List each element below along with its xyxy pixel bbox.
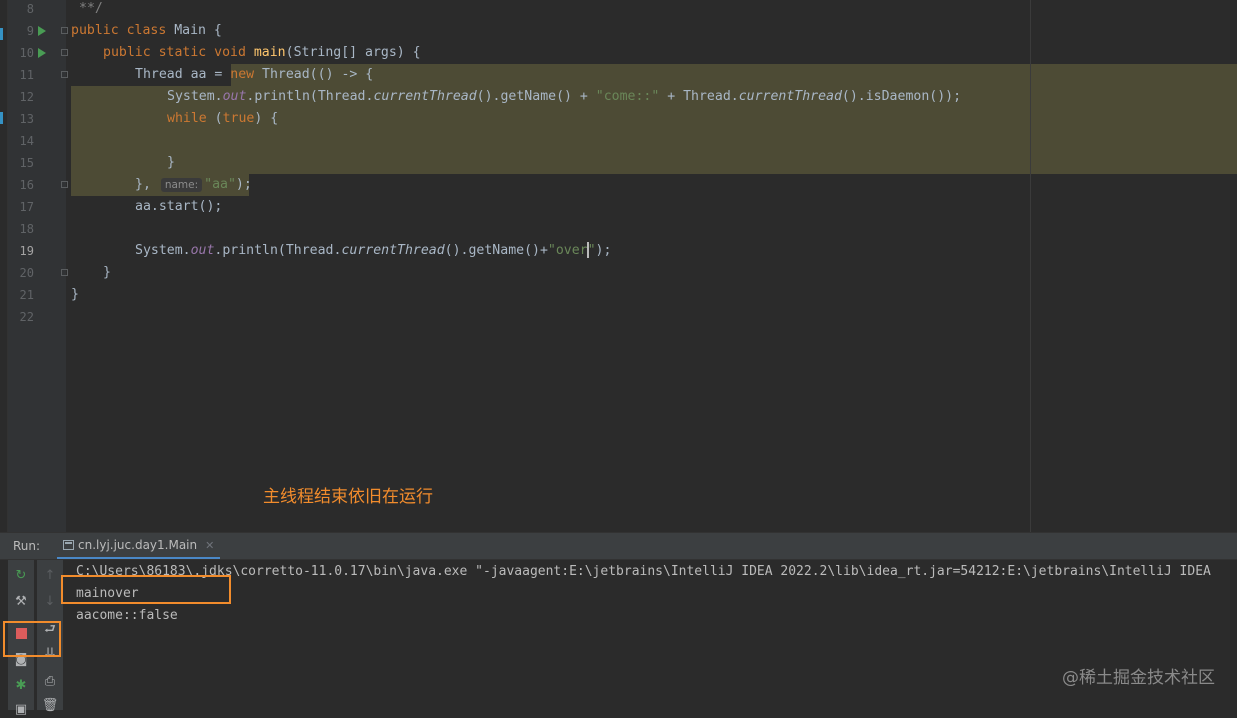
left-tool-strip [0, 0, 8, 532]
parameter-hint: name: [160, 178, 203, 192]
code-line-10: public static void main(String[] args) { [103, 45, 421, 60]
run-panel-title: Run: [13, 539, 41, 553]
code-line-21: } [71, 287, 79, 302]
code-line-19: System.out.println(Thread.currentThread(… [135, 242, 612, 258]
line-gutter: 8 9 10 11 12 13 14 15 16 17 18 19 20 21 … [8, 0, 68, 532]
highlight-box-toolbar [3, 621, 61, 657]
fold-icon[interactable] [61, 269, 68, 276]
line-number: 21 [19, 288, 34, 302]
fold-icon[interactable] [61, 49, 68, 56]
console-icon [63, 540, 74, 550]
trash-icon[interactable]: 🗑 [41, 696, 59, 714]
debug-bug-icon[interactable]: ✱ [12, 676, 30, 694]
right-margin-guide [1030, 0, 1031, 532]
code-line-13: while (true) { [167, 111, 279, 126]
wrench-icon[interactable]: ⚒ [12, 592, 30, 610]
watermark-text: @稀土掘金技术社区 [1062, 668, 1215, 688]
line-number: 10 [19, 46, 34, 60]
code-line-16: }, name: "aa"); [135, 177, 252, 192]
line-number: 17 [19, 200, 34, 214]
line-number: 13 [19, 112, 34, 126]
console-line: aacome::false [76, 608, 178, 623]
close-icon[interactable]: ✕ [205, 539, 214, 552]
line-number: 11 [19, 68, 34, 82]
rerun-icon[interactable]: ↻ [12, 566, 30, 584]
code-line-15: } [167, 155, 175, 170]
code-line-17: aa.start(); [135, 199, 223, 214]
line-number: 9 [26, 24, 34, 38]
code-line-20: } [103, 265, 111, 280]
run-class-icon[interactable] [38, 26, 46, 36]
line-number: 8 [26, 2, 34, 16]
line-number: 14 [19, 134, 34, 148]
layout-icon[interactable]: ▣ [12, 700, 30, 718]
code-line-12: System.out.println(Thread.currentThread(… [167, 89, 962, 104]
line-number: 16 [19, 178, 34, 192]
line-number: 22 [19, 310, 34, 324]
code-line-9: public class Main { [71, 23, 222, 38]
console-line: C:\Users\86183\.jdks\corretto-11.0.17\bi… [76, 564, 1211, 579]
run-config-tab[interactable]: cn.lyj.juc.day1.Main ✕ [57, 533, 221, 559]
fold-icon[interactable] [61, 181, 68, 188]
arrow-down-icon[interactable]: ↓ [41, 592, 59, 610]
run-main-icon[interactable] [38, 48, 46, 58]
run-config-tab-label: cn.lyj.juc.day1.Main [78, 538, 198, 552]
arrow-up-icon[interactable]: ↑ [41, 566, 59, 584]
code-selection [231, 64, 1237, 86]
line-number: 12 [19, 90, 34, 104]
line-number-current: 19 [19, 244, 34, 258]
run-panel: Run: cn.lyj.juc.day1.Main ✕ ↻ ⚒ ◙ ✱ ▣ ↑ … [0, 532, 1237, 717]
line-number: 18 [19, 222, 34, 236]
fold-icon[interactable] [61, 71, 68, 78]
code-line-8: **/ [79, 1, 103, 16]
line-number: 15 [19, 156, 34, 170]
fold-icon[interactable] [61, 27, 68, 34]
annotation-text: 主线程结束依旧在运行 [263, 487, 433, 507]
code-line-11: Thread aa = new Thread(() -> { [135, 67, 374, 82]
run-panel-header: Run: cn.lyj.juc.day1.Main ✕ [0, 533, 1237, 560]
highlight-box-output [61, 575, 231, 604]
print-icon[interactable]: ⎙ [41, 672, 59, 690]
code-editor[interactable]: 8 9 10 11 12 13 14 15 16 17 18 19 20 21 … [0, 0, 1237, 532]
line-number: 20 [19, 266, 34, 280]
